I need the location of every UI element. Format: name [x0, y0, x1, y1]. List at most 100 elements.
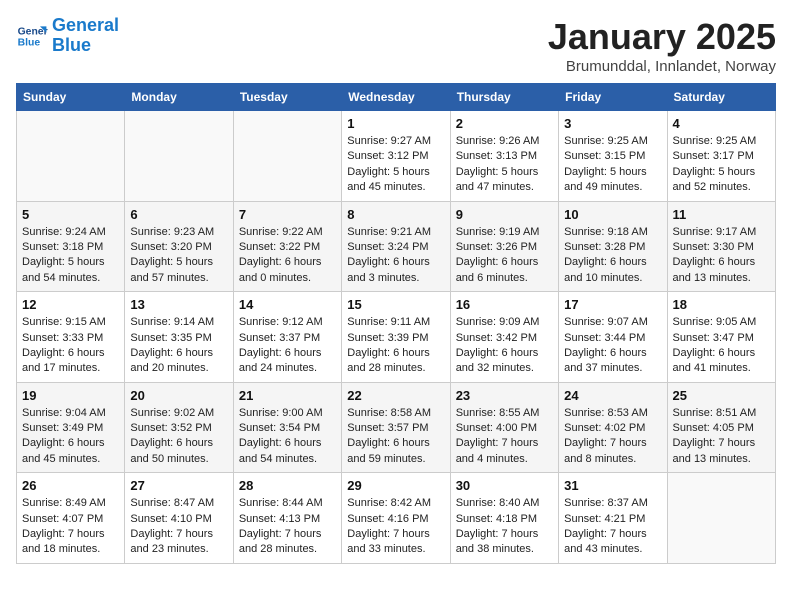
day-info: Sunrise: 8:51 AM Sunset: 4:05 PM Dayligh… — [673, 406, 770, 468]
day-number: 6 — [130, 207, 227, 222]
calendar-cell: 23 Sunrise: 8:55 AM Sunset: 4:00 PM Dayli… — [450, 382, 558, 473]
day-number: 23 — [456, 388, 553, 403]
day-number: 4 — [673, 116, 770, 131]
calendar-cell — [125, 111, 233, 202]
weekday-header-cell: Monday — [125, 84, 233, 111]
day-info: Sunrise: 9:05 AM Sunset: 3:47 PM Dayligh… — [673, 315, 770, 377]
day-number: 12 — [22, 297, 119, 312]
calendar-cell: 8Sunrise: 9:21 AM Sunset: 3:24 PM Daylig… — [342, 201, 450, 292]
calendar-cell — [17, 111, 125, 202]
title-block: January 2025 Brumunddal, Innlandet, Norw… — [548, 16, 776, 75]
day-info: Sunrise: 9:12 AM Sunset: 3:37 PM Dayligh… — [239, 315, 336, 377]
calendar-cell: 10 Sunrise: 9:18 AM Sunset: 3:28 PM Dayli… — [559, 201, 667, 292]
calendar-cell — [233, 111, 341, 202]
weekday-header-cell: Saturday — [667, 84, 775, 111]
day-number: 27 — [130, 478, 227, 493]
calendar-cell: 28 Sunrise: 8:44 AM Sunset: 4:13 PM Dayli… — [233, 473, 341, 564]
calendar-table: SundayMondayTuesdayWednesdayThursdayFrid… — [16, 83, 776, 564]
calendar-body: 1 Sunrise: 9:27 AM Sunset: 3:12 PM Daylig… — [17, 111, 776, 564]
day-info: Sunrise: 9:27 AM Sunset: 3:12 PM Dayligh… — [347, 134, 444, 196]
day-number: 31 — [564, 478, 661, 493]
weekday-header-cell: Wednesday — [342, 84, 450, 111]
calendar-cell: 30Sunrise: 8:40 AM Sunset: 4:18 PM Dayli… — [450, 473, 558, 564]
page-header: General Blue General Blue January 2025 B… — [16, 16, 776, 75]
day-info: Sunrise: 9:23 AM Sunset: 3:20 PM Dayligh… — [130, 225, 227, 287]
day-number: 29 — [347, 478, 444, 493]
day-info: Sunrise: 9:25 AM Sunset: 3:15 PM Dayligh… — [564, 134, 661, 196]
day-number: 3 — [564, 116, 661, 131]
day-info: Sunrise: 8:47 AM Sunset: 4:10 PM Dayligh… — [130, 496, 227, 558]
day-info: Sunrise: 9:21 AM Sunset: 3:24 PM Dayligh… — [347, 225, 444, 287]
day-info: Sunrise: 9:18 AM Sunset: 3:28 PM Dayligh… — [564, 225, 661, 287]
calendar-cell: 17 Sunrise: 9:07 AM Sunset: 3:44 PM Dayli… — [559, 292, 667, 383]
weekday-header-cell: Thursday — [450, 84, 558, 111]
day-number: 18 — [673, 297, 770, 312]
calendar-cell: 2 Sunrise: 9:26 AM Sunset: 3:13 PM Daylig… — [450, 111, 558, 202]
calendar-cell — [667, 473, 775, 564]
location: Brumunddal, Innlandet, Norway — [548, 58, 776, 75]
weekday-header-row: SundayMondayTuesdayWednesdayThursdayFrid… — [17, 84, 776, 111]
calendar-cell: 3 Sunrise: 9:25 AM Sunset: 3:15 PM Daylig… — [559, 111, 667, 202]
day-number: 21 — [239, 388, 336, 403]
day-info: Sunrise: 9:00 AM Sunset: 3:54 PM Dayligh… — [239, 406, 336, 468]
day-number: 17 — [564, 297, 661, 312]
calendar-cell: 31 Sunrise: 8:37 AM Sunset: 4:21 PM Dayli… — [559, 473, 667, 564]
calendar-cell: 1 Sunrise: 9:27 AM Sunset: 3:12 PM Daylig… — [342, 111, 450, 202]
calendar-cell: 12Sunrise: 9:15 AM Sunset: 3:33 PM Dayli… — [17, 292, 125, 383]
day-number: 15 — [347, 297, 444, 312]
day-number: 20 — [130, 388, 227, 403]
weekday-header-cell: Sunday — [17, 84, 125, 111]
day-info: Sunrise: 8:44 AM Sunset: 4:13 PM Dayligh… — [239, 496, 336, 558]
day-number: 10 — [564, 207, 661, 222]
calendar-week-row: 1 Sunrise: 9:27 AM Sunset: 3:12 PM Daylig… — [17, 111, 776, 202]
day-number: 24 — [564, 388, 661, 403]
calendar-week-row: 12Sunrise: 9:15 AM Sunset: 3:33 PM Dayli… — [17, 292, 776, 383]
calendar-cell: 20 Sunrise: 9:02 AM Sunset: 3:52 PM Dayli… — [125, 382, 233, 473]
day-number: 26 — [22, 478, 119, 493]
day-number: 1 — [347, 116, 444, 131]
day-number: 30 — [456, 478, 553, 493]
calendar-cell: 25 Sunrise: 8:51 AM Sunset: 4:05 PM Dayli… — [667, 382, 775, 473]
weekday-header-cell: Tuesday — [233, 84, 341, 111]
calendar-week-row: 5Sunrise: 9:24 AM Sunset: 3:18 PM Daylig… — [17, 201, 776, 292]
day-number: 2 — [456, 116, 553, 131]
day-info: Sunrise: 8:42 AM Sunset: 4:16 PM Dayligh… — [347, 496, 444, 558]
calendar-cell: 21 Sunrise: 9:00 AM Sunset: 3:54 PM Dayli… — [233, 382, 341, 473]
calendar-cell: 27 Sunrise: 8:47 AM Sunset: 4:10 PM Dayli… — [125, 473, 233, 564]
day-number: 5 — [22, 207, 119, 222]
calendar-week-row: 19Sunrise: 9:04 AM Sunset: 3:49 PM Dayli… — [17, 382, 776, 473]
day-info: Sunrise: 9:07 AM Sunset: 3:44 PM Dayligh… — [564, 315, 661, 377]
calendar-cell: 13Sunrise: 9:14 AM Sunset: 3:35 PM Dayli… — [125, 292, 233, 383]
day-number: 14 — [239, 297, 336, 312]
logo: General Blue General Blue — [16, 16, 119, 56]
day-number: 16 — [456, 297, 553, 312]
day-number: 11 — [673, 207, 770, 222]
day-info: Sunrise: 9:26 AM Sunset: 3:13 PM Dayligh… — [456, 134, 553, 196]
day-info: Sunrise: 8:37 AM Sunset: 4:21 PM Dayligh… — [564, 496, 661, 558]
calendar-cell: 7 Sunrise: 9:22 AM Sunset: 3:22 PM Daylig… — [233, 201, 341, 292]
day-info: Sunrise: 8:58 AM Sunset: 3:57 PM Dayligh… — [347, 406, 444, 468]
day-number: 13 — [130, 297, 227, 312]
calendar-cell: 14 Sunrise: 9:12 AM Sunset: 3:37 PM Dayli… — [233, 292, 341, 383]
calendar-cell: 19Sunrise: 9:04 AM Sunset: 3:49 PM Dayli… — [17, 382, 125, 473]
day-info: Sunrise: 9:09 AM Sunset: 3:42 PM Dayligh… — [456, 315, 553, 377]
day-info: Sunrise: 9:04 AM Sunset: 3:49 PM Dayligh… — [22, 406, 119, 468]
calendar-cell: 22 Sunrise: 8:58 AM Sunset: 3:57 PM Dayli… — [342, 382, 450, 473]
calendar-cell: 16 Sunrise: 9:09 AM Sunset: 3:42 PM Dayli… — [450, 292, 558, 383]
day-number: 9 — [456, 207, 553, 222]
calendar-cell: 6 Sunrise: 9:23 AM Sunset: 3:20 PM Daylig… — [125, 201, 233, 292]
weekday-header-cell: Friday — [559, 84, 667, 111]
calendar-cell: 5Sunrise: 9:24 AM Sunset: 3:18 PM Daylig… — [17, 201, 125, 292]
day-info: Sunrise: 8:53 AM Sunset: 4:02 PM Dayligh… — [564, 406, 661, 468]
day-number: 28 — [239, 478, 336, 493]
day-info: Sunrise: 9:25 AM Sunset: 3:17 PM Dayligh… — [673, 134, 770, 196]
svg-text:Blue: Blue — [18, 37, 41, 48]
logo-icon: General Blue — [16, 20, 48, 52]
calendar-cell: 4 Sunrise: 9:25 AM Sunset: 3:17 PM Daylig… — [667, 111, 775, 202]
day-number: 22 — [347, 388, 444, 403]
day-info: Sunrise: 9:22 AM Sunset: 3:22 PM Dayligh… — [239, 225, 336, 287]
day-number: 25 — [673, 388, 770, 403]
day-info: Sunrise: 8:55 AM Sunset: 4:00 PM Dayligh… — [456, 406, 553, 468]
day-info: Sunrise: 9:02 AM Sunset: 3:52 PM Dayligh… — [130, 406, 227, 468]
day-number: 7 — [239, 207, 336, 222]
